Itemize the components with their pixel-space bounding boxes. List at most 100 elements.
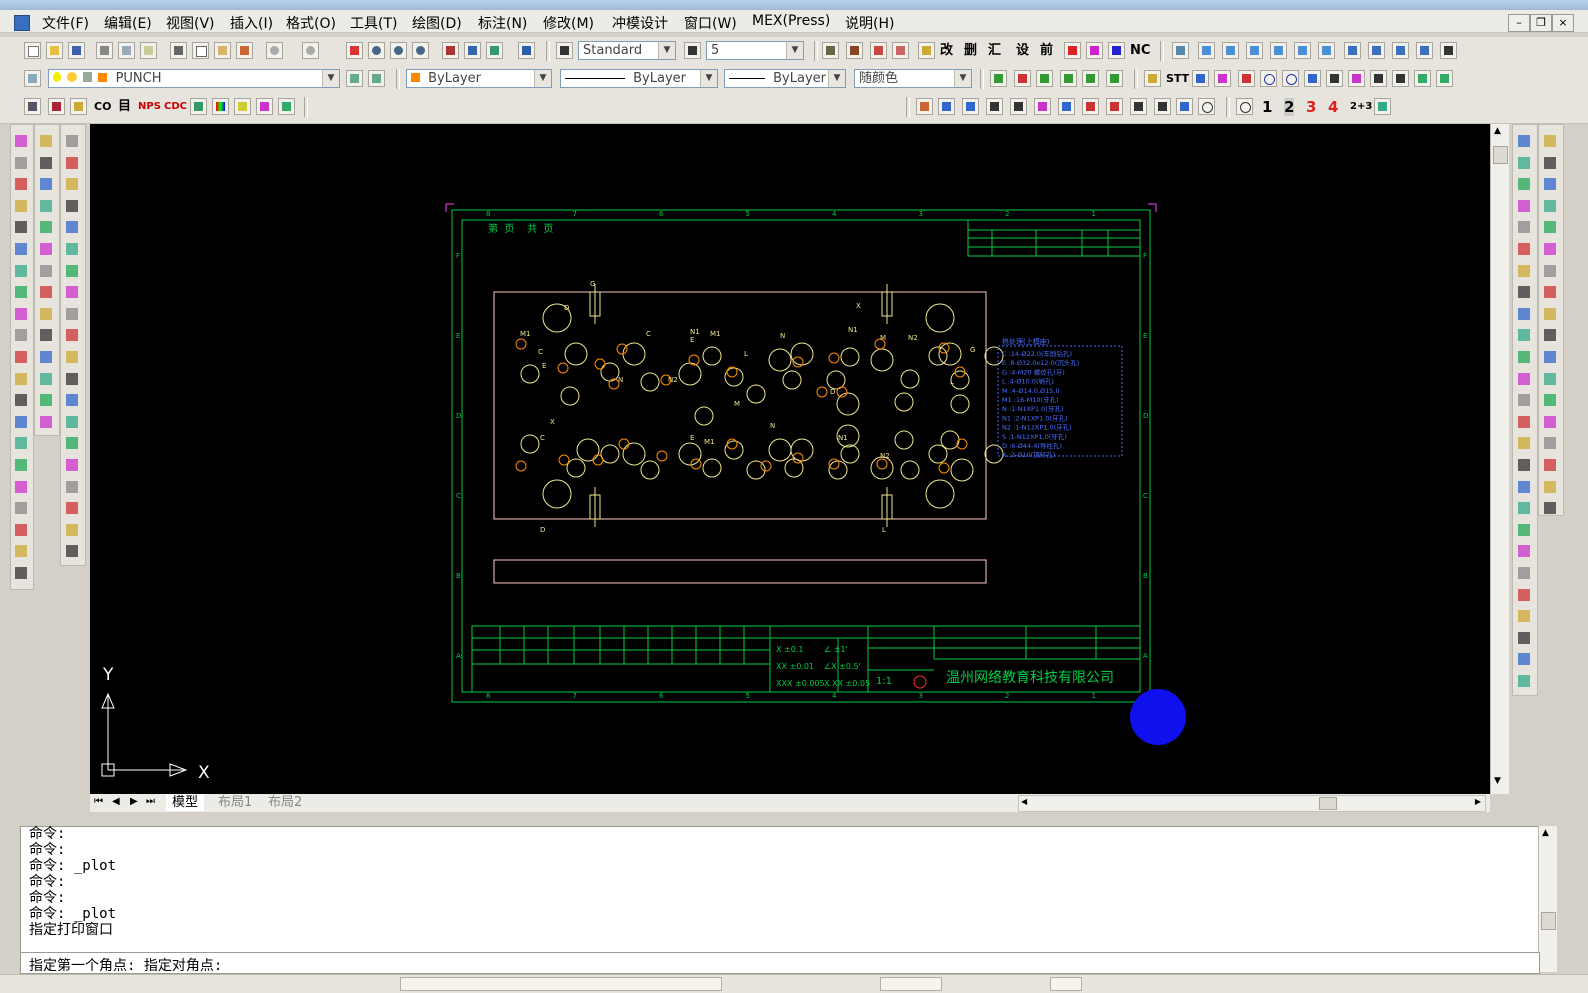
die-tool-icon-2[interactable] [1064,42,1081,59]
view-top-icon[interactable] [1198,42,1215,59]
view-3d-icon-2[interactable] [846,42,863,59]
last-tab-icon[interactable]: ⏭ [146,796,155,807]
die-tool-l2-10[interactable] [63,348,81,366]
view-bottom-icon[interactable] [1222,42,1239,59]
die-tool-l-13[interactable] [37,413,55,431]
die-tool-l2-17[interactable] [63,499,81,517]
die-icon-q[interactable] [1436,70,1453,87]
menu-help[interactable]: 说明(H) [845,13,894,33]
die-tool-l-1[interactable] [37,154,55,172]
scroll-left-icon[interactable]: ◀ [1021,797,1027,806]
zoom-window-icon[interactable] [390,42,407,59]
die-lib-icon-3[interactable] [70,98,87,115]
scroll-up-icon[interactable]: ▲ [1542,828,1549,838]
die-tool-l2-4[interactable] [63,218,81,236]
print-preview-icon[interactable] [118,42,135,59]
mu-glyph[interactable]: 目 [118,98,131,116]
menu-format[interactable]: 格式(O) [286,13,336,33]
tab-layout1[interactable]: 布局1 [212,794,258,811]
die-lib-icon-11[interactable] [962,98,979,115]
draw-tool-1[interactable] [12,154,30,172]
die-lib-icon-10[interactable] [938,98,955,115]
draw-tool-12[interactable] [12,391,30,409]
horizontal-scrollbar[interactable]: ◀ ▶ [1018,795,1486,812]
menu-view[interactable]: 视图(V) [166,13,215,33]
die-icon-d[interactable] [1060,70,1077,87]
die-tool-l2-1[interactable] [63,154,81,172]
die-lib-icon-2[interactable] [48,98,65,115]
open-icon[interactable] [46,42,63,59]
dim-tool-13[interactable] [1541,413,1559,431]
die-lib-icon-7[interactable] [256,98,273,115]
die-tool-l2-19[interactable] [63,542,81,560]
die-tool-l-7[interactable] [37,283,55,301]
menu-edit[interactable]: 编辑(E) [104,13,152,33]
first-tab-icon[interactable]: ⏮ [94,796,103,807]
modify-tool-13[interactable] [1515,413,1533,431]
summary-glyph[interactable]: 汇 [988,42,1001,60]
dim-tool-9[interactable] [1541,326,1559,344]
status-mode-field-2[interactable] [1050,977,1082,991]
die-icon-f[interactable] [1106,70,1123,87]
die-lib-icon-15[interactable] [1058,98,1075,115]
lineweight-combo[interactable]: ByLayer ▼ [724,69,846,88]
draw-tool-6[interactable] [12,262,30,280]
die-tool-l-5[interactable] [37,240,55,258]
prev-tab-icon[interactable]: ◀ [112,796,120,807]
die-lib-icon-9[interactable] [916,98,933,115]
die-lib-icon-8[interactable] [278,98,295,115]
dim-tool-16[interactable] [1541,478,1559,496]
modify-tool-23[interactable] [1515,629,1533,647]
view-se-iso-icon[interactable] [1368,42,1385,59]
level-2-glyph[interactable]: 2 [1284,98,1295,116]
circle-icon-2[interactable] [1282,70,1299,87]
modify-tool-9[interactable] [1515,326,1533,344]
die-icon-a[interactable] [990,70,1007,87]
text-style-icon[interactable] [556,42,573,59]
die-lib-icon-5[interactable] [212,98,229,115]
view-3d-icon-4[interactable] [892,42,909,59]
draw-tool-17[interactable] [12,499,30,517]
draw-tool-2[interactable] [12,175,30,193]
die-lib-icon-16[interactable] [1082,98,1099,115]
die-tool-icon-3[interactable] [1086,42,1103,59]
modify-tool-16[interactable] [1515,478,1533,496]
dim-tool-3[interactable] [1541,197,1559,215]
die-tool-l-10[interactable] [37,348,55,366]
minimize-button[interactable]: – [1508,14,1530,32]
die-lib-icon-19[interactable] [1154,98,1171,115]
view-nw-iso-icon[interactable] [1416,42,1433,59]
die-tool-l-8[interactable] [37,305,55,323]
delete-glyph[interactable]: 删 [964,42,977,60]
die-tool-l2-12[interactable] [63,391,81,409]
modify-tool-21[interactable] [1515,586,1533,604]
cut-icon[interactable] [170,42,187,59]
publish-icon[interactable] [140,42,157,59]
dim-tool-7[interactable] [1541,283,1559,301]
modify-tool-3[interactable] [1515,197,1533,215]
nc-glyph[interactable]: NC [1130,42,1150,60]
menu-tools[interactable]: 工具(T) [350,13,397,33]
draw-tool-20[interactable] [12,564,30,582]
view-front-icon[interactable] [1294,42,1311,59]
view-back-icon[interactable] [1318,42,1335,59]
dim-tool-2[interactable] [1541,175,1559,193]
dim-tool-17[interactable] [1541,499,1559,517]
die-lib-icon-12[interactable] [986,98,1003,115]
die-tool-l-0[interactable] [37,132,55,150]
dim-tool-14[interactable] [1541,434,1559,452]
die-icon-k[interactable] [1304,70,1321,87]
modify-tool-10[interactable] [1515,348,1533,366]
modify-tool-0[interactable] [1515,132,1533,150]
menu-dimension[interactable]: 标注(N) [478,13,527,33]
modify-tool-15[interactable] [1515,456,1533,474]
ucs-icon[interactable] [1172,42,1189,59]
modify-tool-24[interactable] [1515,650,1533,668]
command-scrollbar[interactable]: ▲ [1538,826,1557,972]
draw-tool-8[interactable] [12,305,30,323]
die-tool-l2-16[interactable] [63,478,81,496]
co-glyph[interactable]: CO [94,98,111,116]
print-icon[interactable] [96,42,113,59]
die-tool-icon-4[interactable] [1108,42,1125,59]
view-left-icon[interactable] [1246,42,1263,59]
